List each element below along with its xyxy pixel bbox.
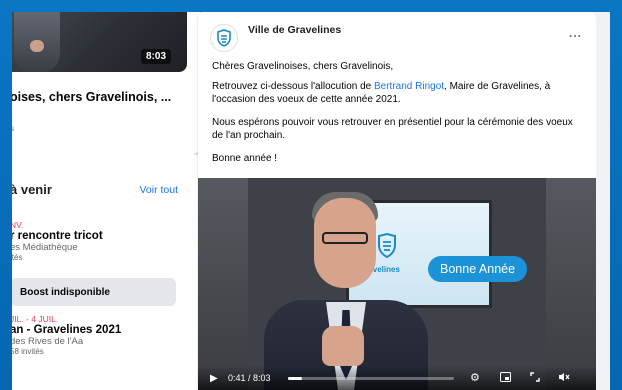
- upcoming-events-card: à venir Voir tout NV. r rencontre tricot…: [12, 154, 200, 390]
- fullscreen-icon[interactable]: [530, 372, 540, 384]
- post-card: Ville de Gravelines ... Chères Gravelino…: [198, 12, 596, 390]
- studio-panel-left: [198, 178, 248, 390]
- event-title[interactable]: r rencontre tricot: [12, 230, 103, 242]
- post-paragraph-2: Nous espérons pouvoir vous retrouver en …: [212, 117, 573, 141]
- thumbnail-hand: [30, 40, 44, 52]
- post-paragraph-1: Retrouvez ci-dessous l'allocution de Ber…: [212, 80, 584, 106]
- boost-button[interactable]: Boost indisponible: [12, 278, 176, 306]
- page-background-strip: [596, 12, 610, 390]
- speaker-hands: [322, 326, 364, 366]
- previous-video-card[interactable]: 8:03 oises, chers Gravelinois, ... s: [12, 12, 200, 154]
- studio-panel-right: [546, 178, 596, 390]
- event-date: NV.: [12, 220, 24, 230]
- post-greeting: Chères Gravelinoises, chers Gravelinois,: [212, 61, 394, 72]
- speaker-glasses: [322, 232, 368, 244]
- gravelines-logo-icon: [217, 29, 231, 47]
- miniplayer-icon[interactable]: [500, 372, 511, 384]
- video-player[interactable]: Gravelines Bonne Année ▶ 0:41 / 8:03 ⚙: [198, 178, 596, 390]
- event-meta: ités: [12, 253, 23, 262]
- page-avatar[interactable]: [210, 24, 238, 52]
- video-controls: ▶ 0:41 / 8:03 ⚙: [198, 366, 596, 390]
- bonne-annee-banner: Bonne Année: [428, 256, 528, 282]
- video-meta: s: [12, 124, 14, 133]
- video-thumbnail[interactable]: 8:03: [12, 12, 187, 72]
- event-item[interactable]: NV. r rencontre tricot es Médiathèque it…: [12, 220, 103, 262]
- mention-link[interactable]: Bertrand Ringot: [374, 81, 444, 92]
- see-all-link[interactable]: Voir tout: [139, 184, 178, 196]
- event-date: JIL. - 4 JUIL.: [12, 314, 59, 324]
- event-meta: 58 invités: [12, 347, 44, 356]
- page-name[interactable]: Ville de Gravelines: [248, 24, 341, 36]
- video-duration: 8:03: [140, 49, 171, 64]
- event-location: es Médiathèque: [12, 242, 78, 253]
- facebook-page: 8:03 oises, chers Gravelinois, ... s à v…: [12, 12, 610, 390]
- post-paragraph-3: Bonne année !: [212, 153, 278, 164]
- settings-gear-icon[interactable]: ⚙: [470, 371, 480, 384]
- more-options-icon[interactable]: ...: [569, 26, 582, 40]
- event-location: des Rives de l'Aa: [12, 336, 84, 347]
- video-title[interactable]: oises, chers Gravelinois, ...: [12, 90, 171, 104]
- video-progress-bar[interactable]: [288, 377, 454, 380]
- event-title[interactable]: an - Gravelines 2021: [12, 324, 121, 336]
- post-text-before-link: Retrouvez ci-dessous l'allocution de: [212, 81, 374, 92]
- video-progress-fill: [288, 377, 303, 380]
- video-time: 0:41 / 8:03: [228, 373, 271, 383]
- events-heading: à venir: [12, 182, 52, 197]
- event-item[interactable]: JIL. - 4 JUIL. an - Gravelines 2021 des …: [12, 314, 121, 356]
- play-icon[interactable]: ▶: [210, 373, 218, 384]
- mute-icon[interactable]: [558, 372, 570, 384]
